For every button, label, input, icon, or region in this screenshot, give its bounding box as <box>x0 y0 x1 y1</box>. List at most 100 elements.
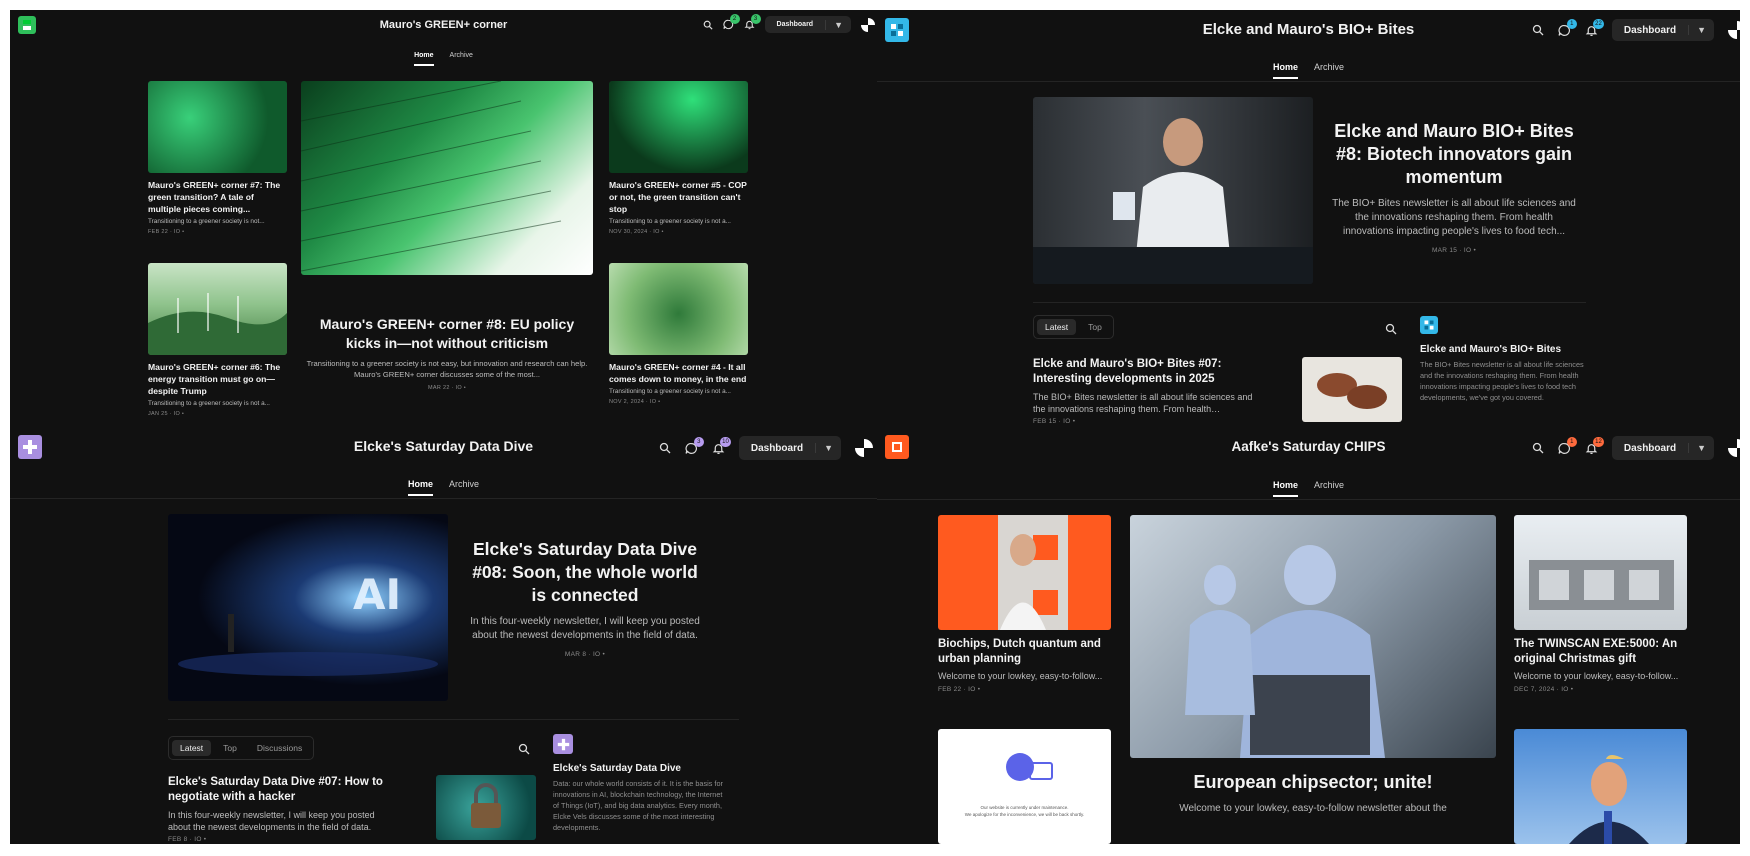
post-title[interactable]: Mauro's GREEN+ corner #7: The green tran… <box>148 179 287 215</box>
post-title[interactable]: Mauro's GREEN+ corner #4 - It all comes … <box>609 361 748 385</box>
search-icon[interactable] <box>1532 442 1544 454</box>
featured-image-building[interactable] <box>301 81 593 275</box>
featured-image-scientist[interactable] <box>1033 97 1313 284</box>
post-image-trump[interactable] <box>1514 729 1687 844</box>
bell-icon[interactable]: 22 <box>1585 18 1604 37</box>
header: Mauro's GREEN+ corner 2 3 Dashboard ▼ <box>10 10 877 40</box>
tab-latest[interactable]: Latest <box>1037 319 1077 335</box>
bio-plus-logo-icon <box>1420 316 1438 334</box>
svg-text:AI: AI <box>353 570 401 619</box>
divider <box>168 719 739 720</box>
post-image-puzzle[interactable] <box>148 81 287 173</box>
bell-icon[interactable]: 10 <box>712 436 731 455</box>
newsletter-panel-data-dive: Elcke's Saturday Data Dive 3 10 Dashboar… <box>10 428 877 844</box>
chat-badge: 1 <box>1566 18 1577 29</box>
data-dive-logo-icon[interactable] <box>18 435 42 459</box>
list-tabs: Latest Top Discussions <box>168 736 315 760</box>
tab-archive[interactable]: Archive <box>450 52 473 66</box>
post-title[interactable]: Biochips, Dutch quantum and urban planni… <box>938 637 1111 667</box>
about-publication-name[interactable]: Elcke's Saturday Data Dive <box>553 763 728 774</box>
notification-badge: 3 <box>750 14 761 24</box>
tab-home[interactable]: Home <box>1272 480 1298 497</box>
tab-archive[interactable]: Archive <box>1314 62 1344 79</box>
green-plus-logo-icon[interactable] <box>18 16 36 34</box>
chevron-down-icon[interactable]: ▼ <box>1688 25 1714 35</box>
search-icon[interactable] <box>659 442 671 454</box>
post-excerpt: Transitioning to a greener society is no… <box>148 400 270 407</box>
post-image-twinscan[interactable] <box>1514 515 1687 630</box>
search-icon[interactable] <box>518 743 530 755</box>
post-image-windmills[interactable] <box>148 263 287 355</box>
post-image-padlock[interactable] <box>436 775 536 840</box>
divider <box>10 498 877 499</box>
post-excerpt: Transitioning to a greener society is no… <box>609 388 731 395</box>
bio-plus-logo-icon[interactable] <box>885 18 909 42</box>
featured-image-ai-stage[interactable]: AI <box>168 514 448 701</box>
post-title[interactable]: Elcke and Mauro's BIO+ Bites #07: Intere… <box>1033 357 1258 387</box>
avatar[interactable] <box>1728 439 1740 457</box>
post-image-portrait[interactable] <box>938 515 1111 630</box>
post-meta: NOV 30, 2024 · IO • <box>609 229 664 235</box>
tab-archive[interactable]: Archive <box>449 479 479 496</box>
about-publication-name[interactable]: Elcke and Mauro's BIO+ Bites <box>1420 344 1590 355</box>
featured-title[interactable]: Elcke's Saturday Data Dive #08: Soon, th… <box>465 538 705 607</box>
tab-latest[interactable]: Latest <box>172 740 212 756</box>
publication-title: Elcke and Mauro's BIO+ Bites <box>1202 20 1415 38</box>
tab-top[interactable]: Top <box>1080 319 1110 335</box>
featured-excerpt: Transitioning to a greener society is no… <box>306 359 588 379</box>
featured-title[interactable]: European chipsector; unite! <box>1130 771 1496 794</box>
dashboard-button[interactable]: Dashboard ▼ <box>764 16 851 33</box>
post-meta: FEB 8 · IO • <box>168 836 207 843</box>
avatar[interactable] <box>1728 21 1740 39</box>
chips-logo-icon[interactable] <box>885 435 909 459</box>
post-image-money-leaves[interactable] <box>609 263 748 355</box>
data-dive-logo-icon <box>553 734 573 754</box>
tab-archive[interactable]: Archive <box>1314 480 1344 497</box>
chat-icon[interactable]: 1 <box>1558 436 1577 455</box>
publication-title: Elcke's Saturday Data Dive <box>353 438 534 454</box>
dashboard-label: Dashboard <box>1623 442 1677 454</box>
avatar[interactable] <box>855 439 873 457</box>
featured-meta: MAR 8 · IO • <box>564 651 606 658</box>
dashboard-button[interactable]: Dashboard ▼ <box>1611 436 1714 460</box>
bell-icon[interactable]: 3 <box>744 14 761 30</box>
chevron-down-icon[interactable]: ▼ <box>815 443 841 453</box>
post-title[interactable]: Mauro's GREEN+ corner #6: The energy tra… <box>148 361 287 397</box>
chevron-down-icon[interactable]: ▼ <box>1688 443 1714 453</box>
search-icon[interactable] <box>703 20 713 30</box>
chat-icon[interactable]: 2 <box>722 14 740 30</box>
post-title[interactable]: Mauro's GREEN+ corner #5 - COP or not, t… <box>609 179 748 215</box>
post-image-burgers[interactable] <box>1302 357 1402 422</box>
post-excerpt: The BIO+ Bites newsletter is all about l… <box>1033 392 1253 414</box>
dashboard-button[interactable]: Dashboard ▼ <box>738 436 841 460</box>
chevron-down-icon[interactable]: ▼ <box>825 19 851 30</box>
search-icon[interactable] <box>1385 323 1397 335</box>
post-image-maintenance[interactable]: Our website is currently under maintenan… <box>938 729 1111 844</box>
tab-discussions[interactable]: Discussions <box>249 740 310 756</box>
bell-icon[interactable]: 12 <box>1585 436 1604 455</box>
chat-icon[interactable]: 3 <box>685 436 704 455</box>
tab-top[interactable]: Top <box>215 740 245 756</box>
post-image-conference[interactable] <box>609 81 748 173</box>
dashboard-label: Dashboard <box>1623 24 1677 36</box>
chat-badge: 1 <box>1566 436 1577 447</box>
featured-title[interactable]: Elcke and Mauro BIO+ Bites #8: Biotech i… <box>1329 120 1579 189</box>
tab-home[interactable]: Home <box>414 52 434 66</box>
about-publication-text: Data: our whole world consists of it. It… <box>553 779 723 832</box>
post-title[interactable]: The TWINSCAN EXE:5000: An original Chris… <box>1514 637 1687 667</box>
post-meta: FEB 22 · IO • <box>148 229 185 235</box>
post-meta: NOV 2, 2024 · IO • <box>609 399 661 405</box>
publication-title: Aafke's Saturday CHIPS <box>1231 438 1386 454</box>
featured-excerpt: Welcome to your lowkey, easy-to-follow n… <box>1179 803 1447 814</box>
tab-home[interactable]: Home <box>1272 62 1298 79</box>
avatar[interactable] <box>861 17 875 32</box>
featured-image-cleanroom[interactable] <box>1130 515 1496 758</box>
chat-icon[interactable]: 1 <box>1558 18 1577 37</box>
divider <box>877 81 1740 82</box>
tab-home[interactable]: Home <box>407 479 433 496</box>
post-title[interactable]: Elcke's Saturday Data Dive #07: How to n… <box>168 775 393 805</box>
notification-badge: 10 <box>720 436 731 447</box>
featured-title[interactable]: Mauro's GREEN+ corner #8: EU policy kick… <box>306 315 588 353</box>
dashboard-button[interactable]: Dashboard ▼ <box>1611 19 1714 41</box>
search-icon[interactable] <box>1532 24 1544 36</box>
